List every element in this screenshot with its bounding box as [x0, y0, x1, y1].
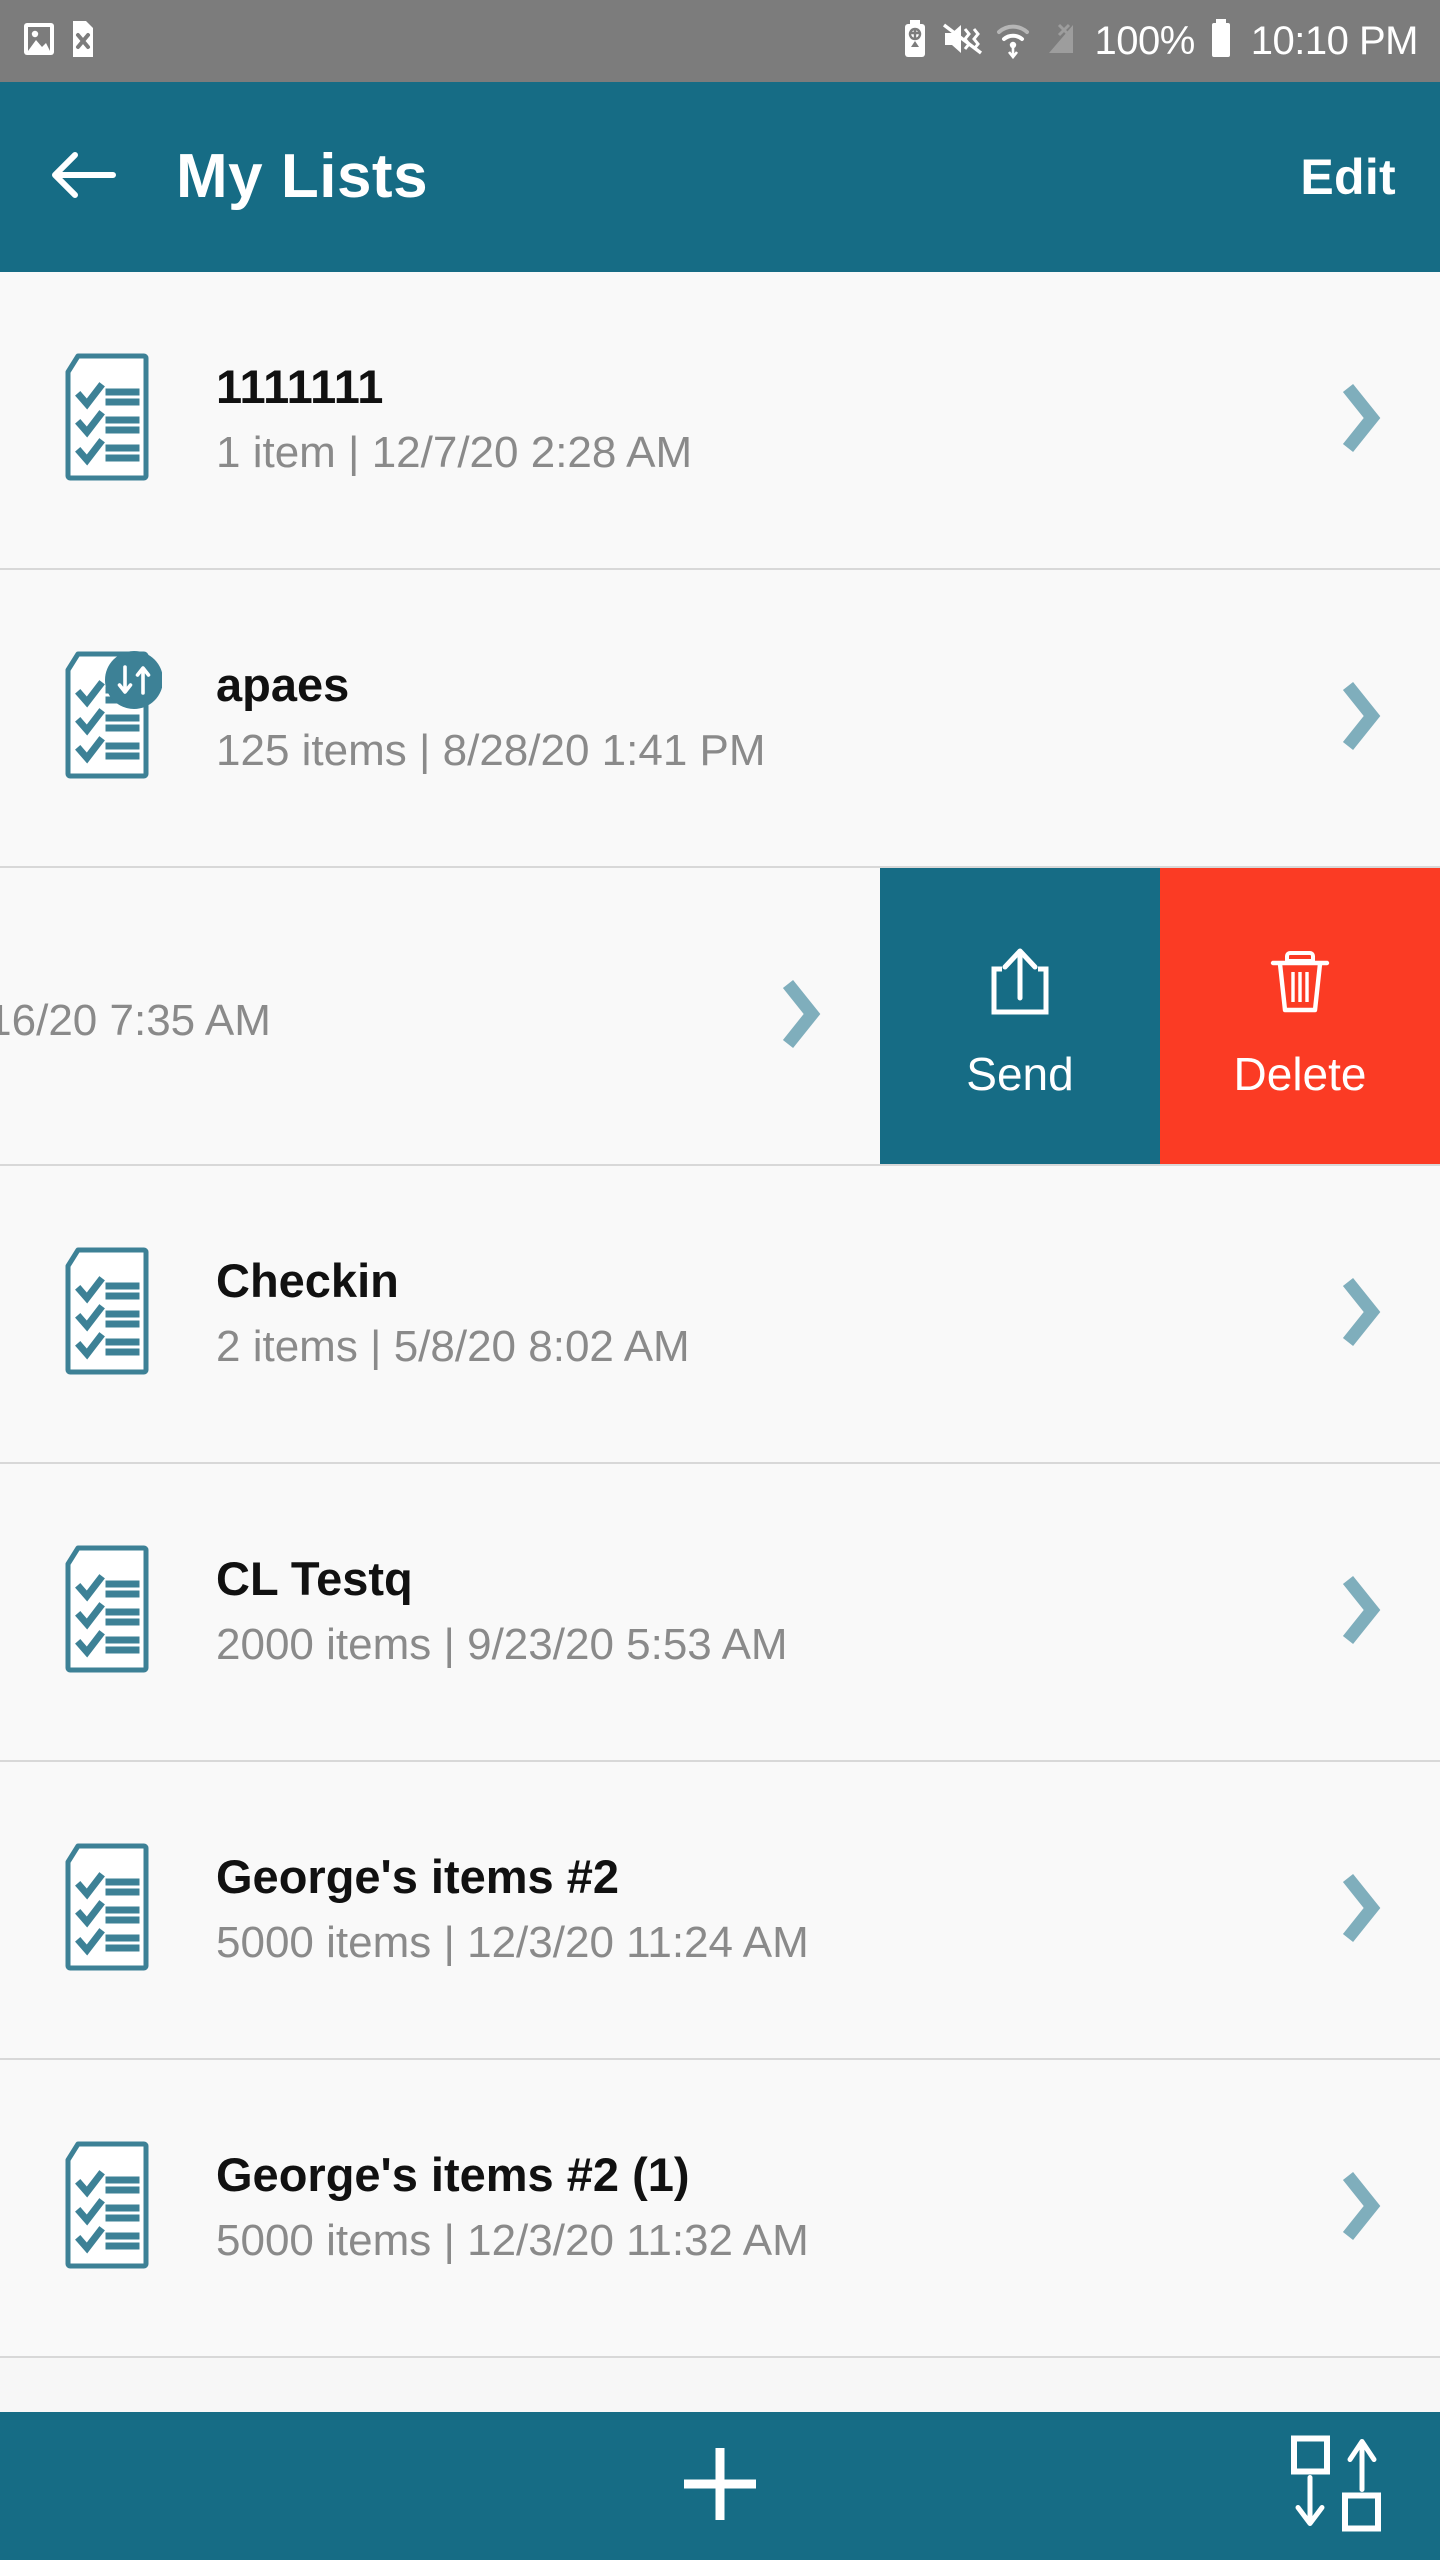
- share-upload-icon: [974, 936, 1066, 1033]
- status-bar: 100% 10:10 PM: [0, 0, 1440, 82]
- add-list-button[interactable]: [674, 2438, 766, 2535]
- list-item-subtitle: 1 item | 12/7/20 2:28 AM: [216, 428, 693, 478]
- chevron-right-icon: [1338, 1572, 1382, 1653]
- chevron-right-icon: [1338, 1274, 1382, 1355]
- list-item-title: George's items #2 (1): [216, 2147, 690, 2201]
- list-item-title: apaes: [216, 657, 350, 711]
- list-item-content-shifted[interactable]: 10/16/20 7:35 AM: [0, 868, 880, 1164]
- app-bar: My Lists Edit: [0, 82, 1440, 272]
- page-title: My Lists: [176, 142, 429, 211]
- list-item-text: CL Testq 2000 items | 9/23/20 5:53 AM: [216, 1551, 1338, 1674]
- list-item-text: George's items #2 (1) 5000 items | 12/3/…: [216, 2147, 1338, 2270]
- list-item-subtitle: 5000 items | 12/3/20 11:24 AM: [216, 1918, 809, 1968]
- lists-container: 1111111 1 item | 12/7/20 2:28 AM apaes 1…: [0, 272, 1440, 2358]
- app-screen: 100% 10:10 PM My Lists Edit 1111111 1 it…: [0, 0, 1440, 2560]
- checklist-icon: [56, 1842, 164, 1979]
- list-item-subtitle: 2 items | 5/8/20 8:02 AM: [216, 1322, 690, 1372]
- list-item[interactable]: 1111111 1 item | 12/7/20 2:28 AM: [0, 272, 1440, 570]
- checklist-icon: [56, 352, 164, 489]
- list-item-text: apaes 125 items | 8/28/20 1:41 PM: [216, 657, 1338, 780]
- wifi-icon: [996, 19, 1030, 64]
- swipe-action-bar: Send Delete: [880, 868, 1440, 1164]
- status-bar-right-icons: 100% 10:10 PM: [902, 18, 1419, 65]
- checklist-icon: [56, 1544, 164, 1681]
- vibrate-mute-icon: [941, 19, 983, 64]
- sync-badge-icon: [105, 650, 163, 709]
- file-x-icon: [70, 18, 96, 65]
- trash-icon: [1254, 936, 1346, 1033]
- image-icon: [22, 18, 56, 65]
- clock-label: 10:10 PM: [1250, 19, 1419, 63]
- transfer-button[interactable]: [1278, 2426, 1394, 2547]
- delete-button[interactable]: Delete: [1160, 868, 1440, 1164]
- edit-button[interactable]: Edit: [1300, 148, 1396, 206]
- chevron-right-icon: [1338, 1870, 1382, 1951]
- list-item-title: CL Testq: [216, 1551, 413, 1605]
- back-button[interactable]: [44, 138, 122, 216]
- chevron-right-icon: [1338, 678, 1382, 759]
- list-item[interactable]: CL Testq 2000 items | 9/23/20 5:53 AM: [0, 1464, 1440, 1762]
- back-arrow-icon: [47, 145, 119, 210]
- transfer-updown-icon: [1278, 2426, 1394, 2547]
- list-item[interactable]: Checkin 2 items | 5/8/20 8:02 AM: [0, 1166, 1440, 1464]
- battery-percent-label: 100%: [1094, 19, 1195, 63]
- list-item-text: George's items #2 5000 items | 12/3/20 1…: [216, 1849, 1338, 1972]
- list-item-text: 10/16/20 7:35 AM: [0, 982, 778, 1049]
- signal-icon: [1043, 19, 1081, 64]
- chevron-right-icon: [778, 976, 822, 1057]
- list-item[interactable]: apaes 125 items | 8/28/20 1:41 PM: [0, 570, 1440, 868]
- status-bar-left-icons: [22, 18, 96, 65]
- list-item[interactable]: George's items #2 5000 items | 12/3/20 1…: [0, 1762, 1440, 2060]
- list-item-title: 1111111: [216, 359, 384, 413]
- delete-button-label: Delete: [1233, 1047, 1367, 1100]
- bottom-toolbar: [0, 2412, 1440, 2560]
- list-item-subtitle: 125 items | 8/28/20 1:41 PM: [216, 726, 766, 776]
- checklist-icon: [56, 1246, 164, 1383]
- list-item-text: 1111111 1 item | 12/7/20 2:28 AM: [216, 359, 1338, 482]
- list-item-text: Checkin 2 items | 5/8/20 8:02 AM: [216, 1253, 1338, 1376]
- chevron-right-icon: [1338, 2168, 1382, 2249]
- list-item[interactable]: George's items #2 (1) 5000 items | 12/3/…: [0, 2060, 1440, 2358]
- list-item-swiped[interactable]: 10/16/20 7:35 AM Send Delete: [0, 868, 1440, 1166]
- battery-saver-icon: [902, 19, 928, 64]
- list-item-subtitle: 5000 items | 12/3/20 11:32 AM: [216, 2216, 809, 2266]
- checklist-icon: [56, 2140, 164, 2277]
- chevron-right-icon: [1338, 380, 1382, 461]
- list-item-title: Checkin: [216, 1253, 399, 1307]
- list-item-subtitle: 2000 items | 9/23/20 5:53 AM: [216, 1620, 788, 1670]
- list-item-title: George's items #2: [216, 1849, 620, 1903]
- list-item-subtitle: 10/16/20 7:35 AM: [0, 996, 271, 1046]
- checklist-icon: [56, 650, 164, 787]
- plus-icon: [674, 2438, 766, 2535]
- send-button[interactable]: Send: [880, 868, 1160, 1164]
- send-button-label: Send: [966, 1047, 1074, 1100]
- battery-full-icon: [1208, 18, 1234, 65]
